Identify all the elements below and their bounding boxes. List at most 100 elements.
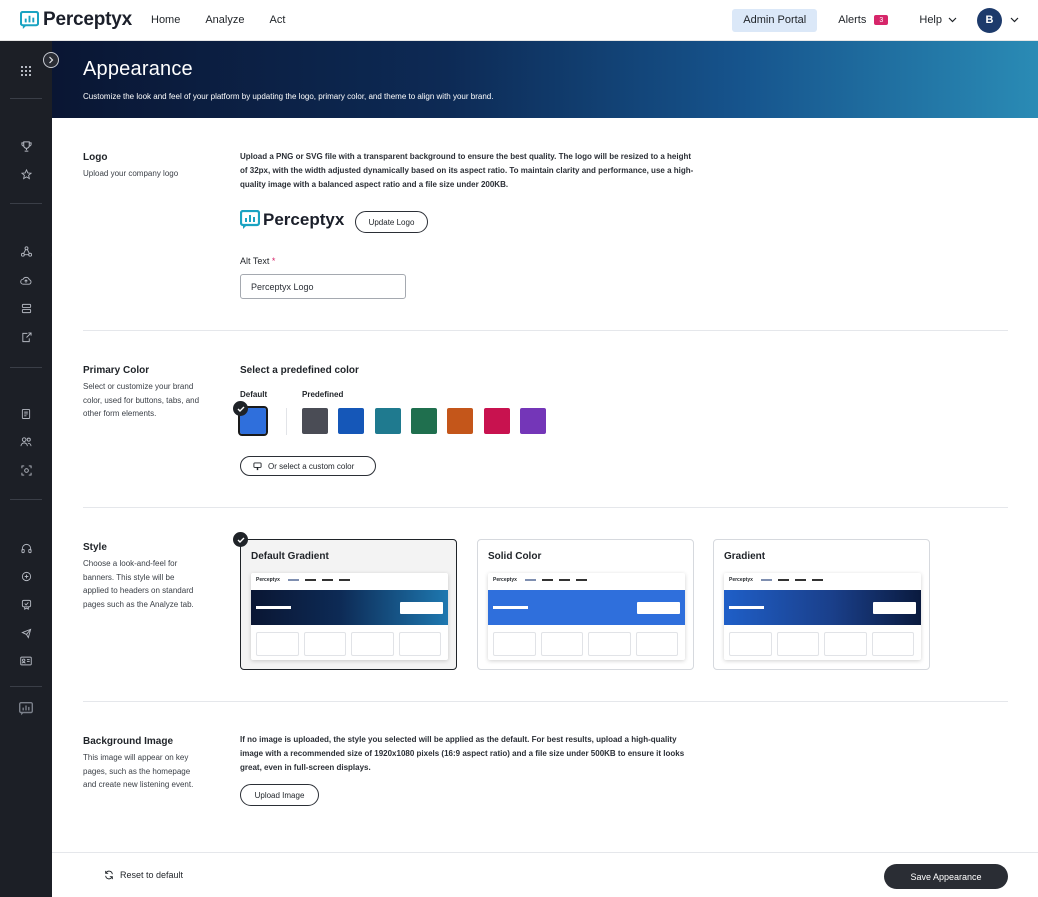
style-card-title: Default Gradient bbox=[251, 551, 329, 562]
background-image-instructions: If no image is uploaded, the style you s… bbox=[240, 735, 685, 772]
style-card-solid-color[interactable]: Solid Color Perceptyx bbox=[477, 539, 694, 670]
logo-preview-text: Perceptyx bbox=[263, 210, 345, 229]
section-divider bbox=[83, 701, 1008, 702]
style-preview: Perceptyx bbox=[488, 573, 685, 660]
style-card-title: Solid Color bbox=[488, 551, 542, 562]
sidebar-divider bbox=[10, 367, 42, 368]
predefined-color-label: Predefined bbox=[302, 390, 344, 399]
reset-label: Reset to default bbox=[120, 870, 184, 880]
alt-text-input[interactable]: Perceptyx Logo bbox=[240, 274, 406, 299]
style-preview: Perceptyx bbox=[251, 573, 448, 660]
alt-text-label-text: Alt Text bbox=[240, 256, 270, 266]
sidebar-divider bbox=[10, 686, 42, 687]
style-label: Style bbox=[83, 542, 107, 553]
user-menu[interactable]: B bbox=[977, 7, 1019, 33]
sidebar bbox=[0, 41, 52, 897]
sidebar-collapse-button[interactable] bbox=[43, 52, 59, 68]
paint-icon bbox=[253, 461, 262, 470]
predefined-color-heading: Select a predefined color bbox=[240, 365, 359, 376]
style-card-default-gradient[interactable]: Default Gradient Perceptyx bbox=[240, 539, 457, 670]
nav-home[interactable]: Home bbox=[151, 14, 205, 26]
mini-banner bbox=[251, 590, 448, 625]
page-banner: Appearance Customize the look and feel o… bbox=[52, 41, 1038, 118]
nav-act[interactable]: Act bbox=[269, 14, 303, 26]
users-icon[interactable] bbox=[20, 435, 32, 447]
save-appearance-button[interactable]: Save Appearance bbox=[884, 864, 1008, 889]
cloud-upload-icon[interactable] bbox=[20, 274, 32, 286]
perceptyx-logo-icon bbox=[240, 210, 260, 229]
swatch-separator bbox=[286, 408, 287, 435]
footer-bar: Reset to default Save Appearance bbox=[52, 852, 1038, 897]
mini-logo: Perceptyx bbox=[729, 577, 753, 583]
chevron-right-icon bbox=[49, 56, 54, 64]
required-marker: * bbox=[271, 256, 276, 266]
color-swatch-3[interactable] bbox=[375, 408, 401, 434]
background-image-label: Background Image bbox=[83, 736, 174, 747]
background-image-desc: This image will appear on key pages, suc… bbox=[83, 753, 194, 789]
export-icon[interactable] bbox=[20, 331, 32, 343]
clipboard-icon[interactable] bbox=[20, 407, 32, 419]
id-card-icon[interactable] bbox=[20, 655, 32, 667]
mini-logo: Perceptyx bbox=[256, 577, 280, 583]
star-icon[interactable] bbox=[20, 168, 32, 180]
help-label: Help bbox=[919, 14, 942, 26]
megaphone-icon[interactable] bbox=[20, 627, 32, 639]
primary-color-label: Primary Color bbox=[83, 365, 150, 376]
top-navigation: Perceptyx Home Analyze Act Admin Portal … bbox=[0, 0, 1038, 41]
style-preview: Perceptyx bbox=[724, 573, 921, 660]
admin-portal-button[interactable]: Admin Portal bbox=[732, 8, 818, 32]
scan-icon[interactable] bbox=[20, 464, 32, 476]
nav-analyze[interactable]: Analyze bbox=[205, 14, 269, 26]
section-divider bbox=[83, 330, 1008, 331]
color-swatch-1[interactable] bbox=[302, 408, 328, 434]
update-logo-button[interactable]: Update Logo bbox=[355, 211, 428, 233]
alerts-count-badge: 3 bbox=[874, 15, 889, 25]
chevron-down-icon bbox=[948, 17, 957, 23]
trophy-icon[interactable] bbox=[20, 140, 32, 152]
sidebar-divider bbox=[10, 98, 42, 99]
page-subtitle: Customize the look and feel of your plat… bbox=[83, 92, 494, 101]
color-swatch-4[interactable] bbox=[411, 408, 437, 434]
custom-color-button[interactable]: Or select a custom color bbox=[240, 456, 376, 476]
checkmark-icon bbox=[233, 532, 248, 547]
logo-section-desc: Upload your company logo bbox=[83, 169, 179, 178]
sidebar-divider bbox=[10, 499, 42, 500]
mini-logo: Perceptyx bbox=[493, 577, 517, 583]
reset-to-default-button[interactable]: Reset to default bbox=[104, 870, 183, 880]
logo-section-label: Logo bbox=[83, 152, 108, 163]
chat-icon[interactable] bbox=[20, 570, 32, 582]
database-icon[interactable] bbox=[20, 302, 32, 314]
upload-image-button[interactable]: Upload Image bbox=[240, 784, 319, 806]
color-swatch-7[interactable] bbox=[520, 408, 546, 434]
alt-text-label: Alt Text * bbox=[240, 256, 275, 266]
page-title: Appearance bbox=[83, 58, 193, 80]
style-desc: Choose a look-and-feel for banners. This… bbox=[83, 559, 194, 609]
style-card-gradient[interactable]: Gradient Perceptyx bbox=[713, 539, 930, 670]
alerts-button[interactable]: Alerts 3 bbox=[838, 14, 889, 26]
custom-color-button-label: Or select a custom color bbox=[268, 461, 355, 471]
color-swatch-6[interactable] bbox=[484, 408, 510, 434]
section-divider bbox=[83, 507, 1008, 508]
color-swatch-5[interactable] bbox=[447, 408, 473, 434]
headset-icon[interactable] bbox=[20, 542, 32, 554]
brand-name: Perceptyx bbox=[43, 9, 133, 30]
avatar: B bbox=[977, 7, 1002, 33]
perceptyx-logo-icon bbox=[20, 10, 39, 29]
grid-icon[interactable] bbox=[20, 65, 32, 77]
chart-logo-icon[interactable] bbox=[19, 702, 33, 716]
checkmark-icon bbox=[233, 401, 248, 416]
logo-instructions: Upload a PNG or SVG file with a transpar… bbox=[240, 152, 694, 189]
mini-banner bbox=[488, 590, 685, 625]
chevron-down-icon bbox=[1010, 17, 1019, 23]
primary-color-desc: Select or customize your brand color, us… bbox=[83, 382, 200, 418]
sidebar-divider bbox=[10, 203, 42, 204]
badge-icon[interactable] bbox=[20, 598, 32, 610]
default-color-label: Default bbox=[240, 390, 268, 399]
brand-logo[interactable]: Perceptyx bbox=[20, 9, 151, 31]
color-swatch-2[interactable] bbox=[338, 408, 364, 434]
style-card-title: Gradient bbox=[724, 551, 766, 562]
alerts-label: Alerts bbox=[838, 14, 867, 26]
network-icon[interactable] bbox=[20, 245, 32, 257]
reset-icon bbox=[105, 870, 113, 880]
help-menu[interactable]: Help bbox=[919, 14, 957, 26]
